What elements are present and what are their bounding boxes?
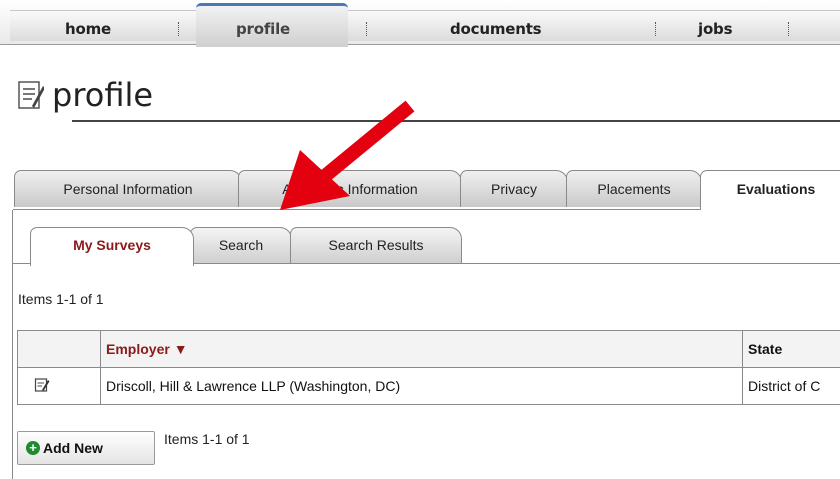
tab-my-surveys[interactable]: My Surveys bbox=[30, 227, 194, 266]
page-title: profile bbox=[52, 76, 154, 114]
tab-academic-information[interactable]: Academic Information bbox=[238, 170, 462, 207]
add-new-button[interactable]: + Add New bbox=[17, 431, 155, 465]
table-row: Driscoll, Hill & Lawrence LLP (Washingto… bbox=[17, 367, 840, 405]
nav-documents[interactable]: documents bbox=[450, 20, 542, 38]
tab-search[interactable]: Search bbox=[190, 227, 292, 263]
tab-placements[interactable]: Placements bbox=[566, 170, 702, 207]
edit-document-icon bbox=[18, 81, 44, 109]
nav-jobs[interactable]: jobs bbox=[698, 20, 733, 38]
tab-privacy[interactable]: Privacy bbox=[460, 170, 568, 207]
nav-separator bbox=[788, 22, 789, 36]
employer-cell: Driscoll, Hill & Lawrence LLP (Washingto… bbox=[100, 367, 743, 405]
nav-separator bbox=[655, 22, 656, 36]
items-count: Items 1-1 of 1 bbox=[18, 291, 104, 307]
nav-separator bbox=[366, 22, 367, 36]
top-nav: home profile documents jobs bbox=[0, 0, 840, 47]
edit-cell bbox=[17, 367, 101, 405]
nav-profile[interactable]: profile bbox=[236, 20, 290, 38]
state-column-header[interactable]: State bbox=[742, 330, 840, 368]
items-count-bottom: Items 1-1 of 1 bbox=[164, 431, 250, 447]
nav-home[interactable]: home bbox=[65, 20, 111, 38]
table-header-row: Employer ▼ State bbox=[17, 330, 840, 368]
title-divider bbox=[72, 120, 840, 122]
state-cell: District of C bbox=[742, 367, 840, 405]
icon-column-header bbox=[17, 330, 101, 368]
employer-column-header[interactable]: Employer ▼ bbox=[100, 330, 743, 368]
edit-icon[interactable] bbox=[34, 377, 50, 393]
add-icon: + bbox=[26, 441, 40, 455]
nav-separator bbox=[178, 22, 179, 36]
add-new-label: Add New bbox=[43, 440, 103, 456]
tab-search-results[interactable]: Search Results bbox=[290, 227, 462, 263]
surveys-table: Employer ▼ State Driscoll, Hill & Lawren… bbox=[17, 330, 840, 405]
tab-personal-information[interactable]: Personal Information bbox=[14, 170, 242, 207]
tab-evaluations[interactable]: Evaluations bbox=[700, 170, 840, 210]
